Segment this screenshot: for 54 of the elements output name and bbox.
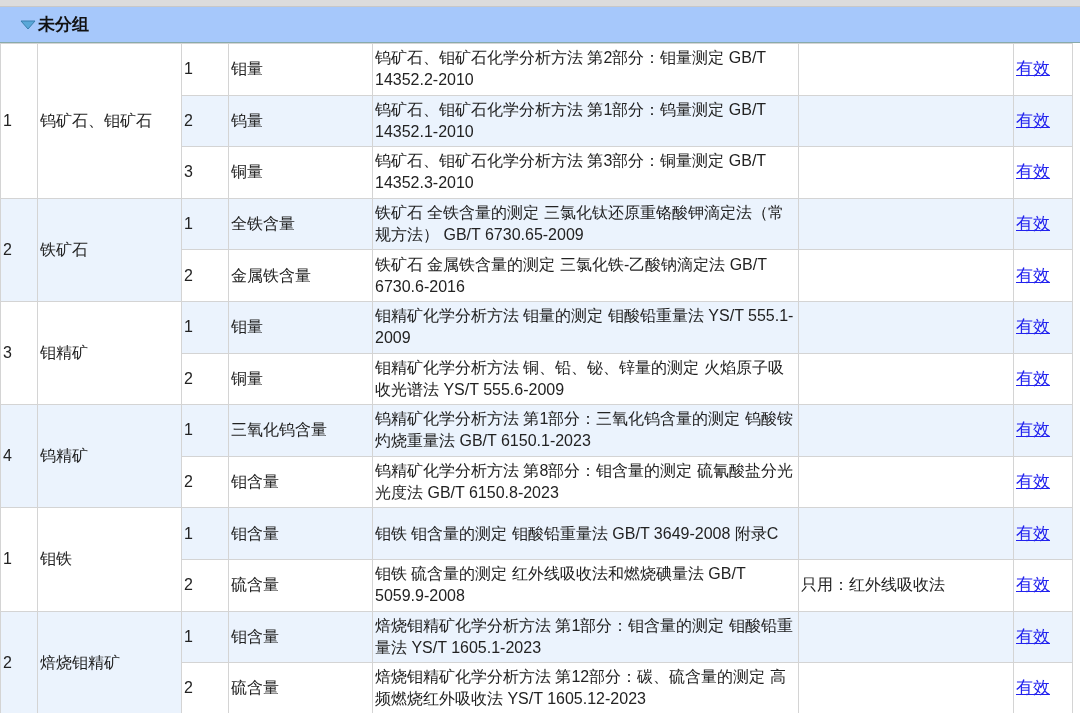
table-cell: 1	[181, 198, 229, 250]
table-cell: 1	[181, 301, 229, 354]
table-cell: 3	[0, 301, 38, 405]
table-cell: 2	[181, 353, 229, 405]
table-cell: 钼铁 硫含量的测定 红外线吸收法和燃烧碘量法 GB/T 5059.9-2008	[372, 559, 799, 612]
table-cell: 钨精矿化学分析方法 第1部分：三氧化钨含量的测定 钨酸铵灼烧重量法 GB/T 6150.1-2023	[372, 404, 799, 457]
table-cell: 2	[181, 662, 229, 713]
table-cell: 全铁含量	[228, 198, 373, 250]
table-cell: 1	[0, 507, 38, 612]
table-cell: 钼铁	[37, 507, 182, 612]
table-cell: 2	[0, 198, 38, 302]
triangle-icon	[20, 19, 36, 30]
table-cell: 焙烧钼精矿化学分析方法 第12部分：碳、硫含量的测定 高频燃烧红外吸收法 YS/T 1605.12-2023	[372, 662, 799, 713]
table-cell: 钼量	[228, 43, 373, 96]
table-cell: 3	[181, 146, 229, 199]
table-cell: 只用：红外线吸收法	[798, 559, 1014, 612]
table-cell: 2	[0, 611, 38, 713]
table-cell: 铁矿石 全铁含量的测定 三氯化钛还原重铬酸钾滴定法（常规方法） GB/T 6730.65-2009	[372, 198, 799, 250]
table-cell: 钨矿石、钼矿石化学分析方法 第2部分：钼量测定 GB/T 14352.2-2010	[372, 43, 799, 96]
table-cell: 1	[0, 43, 38, 199]
table-cell: 硫含量	[228, 559, 373, 612]
table-cell: 三氧化钨含量	[228, 404, 373, 457]
table-cell: 钼精矿化学分析方法 铜、铅、铋、锌量的测定 火焰原子吸收光谱法 YS/T 555.6-2009	[372, 353, 799, 405]
table-cell: 钼精矿化学分析方法 钼量的测定 钼酸铅重量法 YS/T 555.1-2009	[372, 301, 799, 354]
table-cell: 铁矿石	[37, 198, 182, 302]
table-cell: 金属铁含量	[228, 249, 373, 302]
table-cell: 钨精矿	[37, 404, 182, 508]
table-cell: 钼含量	[228, 507, 373, 560]
table-cell: 1	[181, 507, 229, 560]
table-cell: 钨精矿化学分析方法 第8部分：钼含量的测定 硫氰酸盐分光光度法 GB/T 6150.8-2023	[372, 456, 799, 508]
table-cell: 焙烧钼精矿化学分析方法 第1部分：钼含量的测定 钼酸铅重量法 YS/T 1605.1-2023	[372, 611, 799, 663]
table-cell: 1	[181, 611, 229, 663]
table-cell: 硫含量	[228, 662, 373, 713]
table-cell: 1	[181, 404, 229, 457]
group-toggle[interactable]: 未分组	[20, 13, 89, 36]
table-cell: 钼含量	[228, 611, 373, 663]
table-cell: 钼量	[228, 301, 373, 354]
table-cell: 2	[181, 559, 229, 612]
table-cell: 钨量	[228, 95, 373, 147]
table-cell: 2	[181, 249, 229, 302]
table-cell: 2	[181, 95, 229, 147]
table-cell: 钨矿石、钼矿石	[37, 43, 182, 199]
table-cell: 钨矿石、钼矿石化学分析方法 第1部分：钨量测定 GB/T 14352.1-2010	[372, 95, 799, 147]
table-cell: 铁矿石 金属铁含量的测定 三氯化铁-乙酸钠滴定法 GB/T 6730.6-2016	[372, 249, 799, 302]
table-cell: 铜量	[228, 146, 373, 199]
table-cell: 钼精矿	[37, 301, 182, 405]
table-cell: 2	[181, 456, 229, 508]
table-cell: 钨矿石、钼矿石化学分析方法 第3部分：铜量测定 GB/T 14352.3-2010	[372, 146, 799, 199]
table-cell: 铜量	[228, 353, 373, 405]
table-cell: 钼铁 钼含量的测定 钼酸铅重量法 GB/T 3649-2008 附录C	[372, 507, 799, 560]
table-cell: 钼含量	[228, 456, 373, 508]
table-cell: 焙烧钼精矿	[37, 611, 182, 713]
table-cell: 4	[0, 404, 38, 508]
table-cell: 1	[181, 43, 229, 96]
